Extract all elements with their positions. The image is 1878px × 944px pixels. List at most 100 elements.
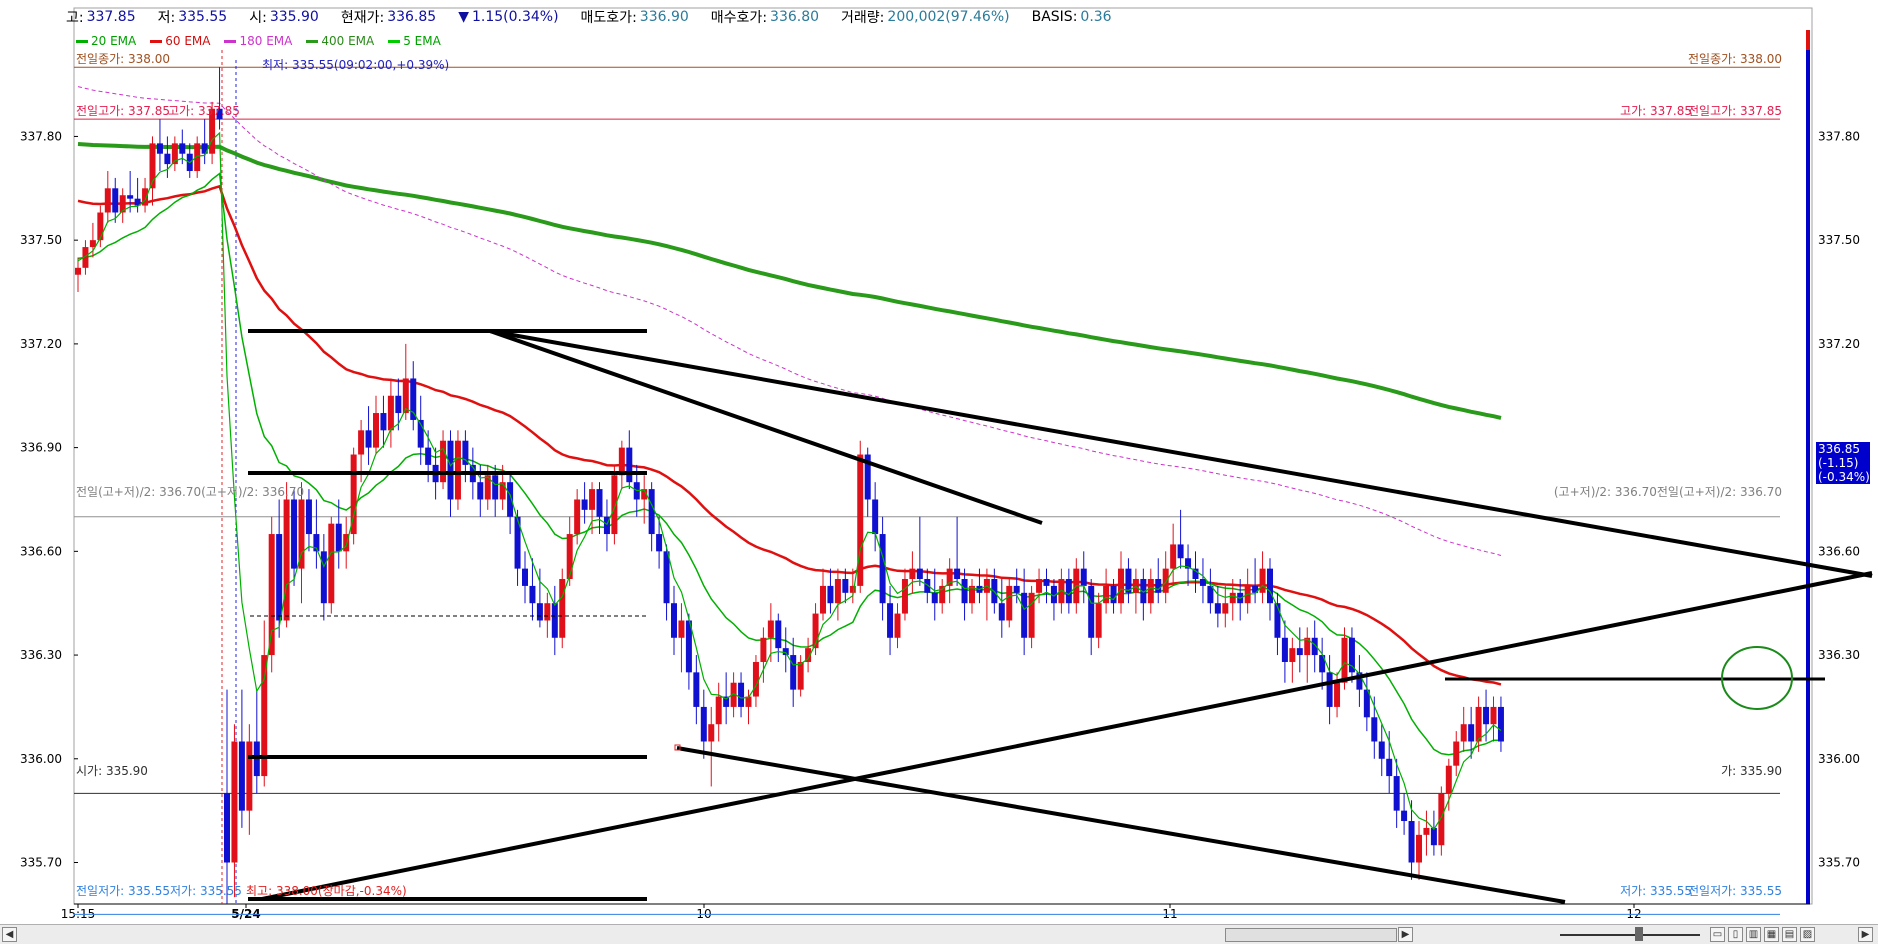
candle-up <box>1438 793 1445 846</box>
candle-down <box>879 534 886 604</box>
candle-up <box>1475 706 1482 742</box>
y-tick-label-right: 337.80 <box>1818 129 1860 143</box>
candle-down <box>179 143 186 154</box>
candle-down <box>1088 585 1095 638</box>
candle-down <box>1267 568 1273 604</box>
candle-up <box>1132 578 1139 593</box>
candle-down <box>380 413 387 431</box>
candle-up <box>358 430 365 455</box>
candle-up <box>283 499 290 621</box>
candle-up <box>142 188 149 206</box>
horizontal-scrollbar[interactable]: ◀ ▶ ▭ ▯ ▥ ▦ ▤ ▨ ▶ <box>0 924 1878 944</box>
legend-item-ema400[interactable]: 400 EMA <box>306 34 374 48</box>
candle-up <box>246 741 253 811</box>
candle-up <box>574 499 581 535</box>
candle-down <box>1177 544 1184 559</box>
y-tick-label-left: 337.20 <box>20 337 62 351</box>
candle-up <box>1289 648 1296 662</box>
candle-down <box>112 188 119 213</box>
chart-tool-icon[interactable]: ▯ <box>1728 927 1743 942</box>
candle-down <box>127 195 134 199</box>
candle-up <box>1229 592 1236 604</box>
candle-down <box>1110 585 1117 604</box>
y-tick-label-right: 336.60 <box>1818 544 1860 558</box>
candle-down <box>931 592 938 604</box>
chart-tool-icon[interactable]: ▦ <box>1764 927 1779 942</box>
candle-up <box>566 534 573 579</box>
candle-down <box>1348 637 1355 673</box>
current-value: 336.85 <box>387 9 437 25</box>
y-tick-label-left: 336.90 <box>20 441 62 455</box>
scroll-end-icon[interactable]: ▶ <box>1858 927 1873 942</box>
low-value: 335.55 <box>178 9 228 25</box>
candle-down <box>1199 578 1206 586</box>
zoom-slider-thumb[interactable] <box>1635 927 1643 941</box>
scroll-right-icon[interactable]: ▶ <box>1398 927 1413 942</box>
candle-down <box>492 475 499 500</box>
candle-down <box>522 568 528 586</box>
bid-label: 매수호가: <box>710 10 768 26</box>
prev-high-label-left: 전일고가: 337.85 <box>76 104 170 118</box>
max-marker-label: 최고: 338.00(장마감,-0.34%) <box>246 884 407 898</box>
candle-down <box>425 447 432 465</box>
candle-down <box>1408 821 1415 863</box>
legend-label: 400 EMA <box>321 34 375 48</box>
zoom-slider-track[interactable] <box>1560 934 1700 936</box>
candle-down <box>447 440 454 500</box>
candle-up <box>1259 568 1266 593</box>
candle-down <box>1296 648 1303 656</box>
scrollbar-thumb[interactable] <box>1225 928 1397 942</box>
scroll-left-icon[interactable]: ◀ <box>2 927 17 942</box>
candle-up <box>1170 544 1177 569</box>
y-tick-label-right: 337.50 <box>1818 233 1860 247</box>
current-price-box: 336.85 (-1.15) (-0.34%) <box>1816 442 1870 484</box>
legend-swatch <box>306 39 319 43</box>
candle-down <box>305 499 312 535</box>
candle-up <box>97 212 104 241</box>
trendline-drawing <box>676 746 1566 904</box>
legend-item-ema20[interactable]: 20 EMA <box>76 34 136 48</box>
candle-up <box>849 585 856 593</box>
price-info-bar: 고: 337.85 저: 335.55 시: 335.90 현재가: 336.8… <box>66 4 1115 30</box>
candle-up <box>328 523 335 604</box>
low-label: 저: <box>157 10 176 26</box>
candle-down <box>916 568 923 579</box>
candle-down <box>224 793 230 863</box>
candle-up <box>767 620 774 638</box>
candle-down <box>626 447 633 483</box>
chart-tool-icon[interactable]: ▨ <box>1800 927 1815 942</box>
legend-item-ema180[interactable]: 180 EMA <box>224 34 292 48</box>
legend-item-ema5[interactable]: 5 EMA <box>388 34 441 48</box>
candle-up <box>1006 585 1013 621</box>
current-price-value: 336.85 <box>1818 442 1860 456</box>
candle-up <box>752 661 759 697</box>
candle-up <box>589 489 596 510</box>
candle-up <box>760 637 767 662</box>
candle-down <box>1393 776 1400 811</box>
candle-down <box>238 741 245 811</box>
candle-down <box>291 499 298 569</box>
candle-down <box>1386 758 1393 777</box>
ask-value: 336.90 <box>639 9 689 25</box>
chart-tool-icon[interactable]: ▤ <box>1782 927 1797 942</box>
legend-label: 60 EMA <box>165 34 211 48</box>
candle-down <box>998 603 1005 621</box>
chart-tool-icon[interactable]: ▭ <box>1710 927 1725 942</box>
current-price-change: (-1.15) <box>1818 456 1859 470</box>
high-value: 337.85 <box>86 9 136 25</box>
open-label-left: 시가: 335.90 <box>76 764 148 778</box>
candle-down <box>700 706 707 742</box>
candle-down <box>365 430 372 448</box>
chart-tool-icon[interactable]: ▥ <box>1746 927 1761 942</box>
candle-up <box>1341 637 1348 683</box>
candle-down <box>1065 578 1072 604</box>
legend-item-ema60[interactable]: 60 EMA <box>150 34 210 48</box>
candle-down <box>671 603 677 638</box>
y-tick-label-left: 337.80 <box>20 129 62 143</box>
prev-high-label-right: 전일고가: 337.85 <box>1688 104 1782 118</box>
candle-down <box>782 648 789 656</box>
prev-low-label-right: 전일저가: 335.55 <box>1688 884 1782 898</box>
candle-up <box>834 578 841 604</box>
candle-up <box>402 378 409 414</box>
mid-label-left: 전일(고+저)/2: 336.70(고+저)/2: 336.70 <box>76 485 304 499</box>
